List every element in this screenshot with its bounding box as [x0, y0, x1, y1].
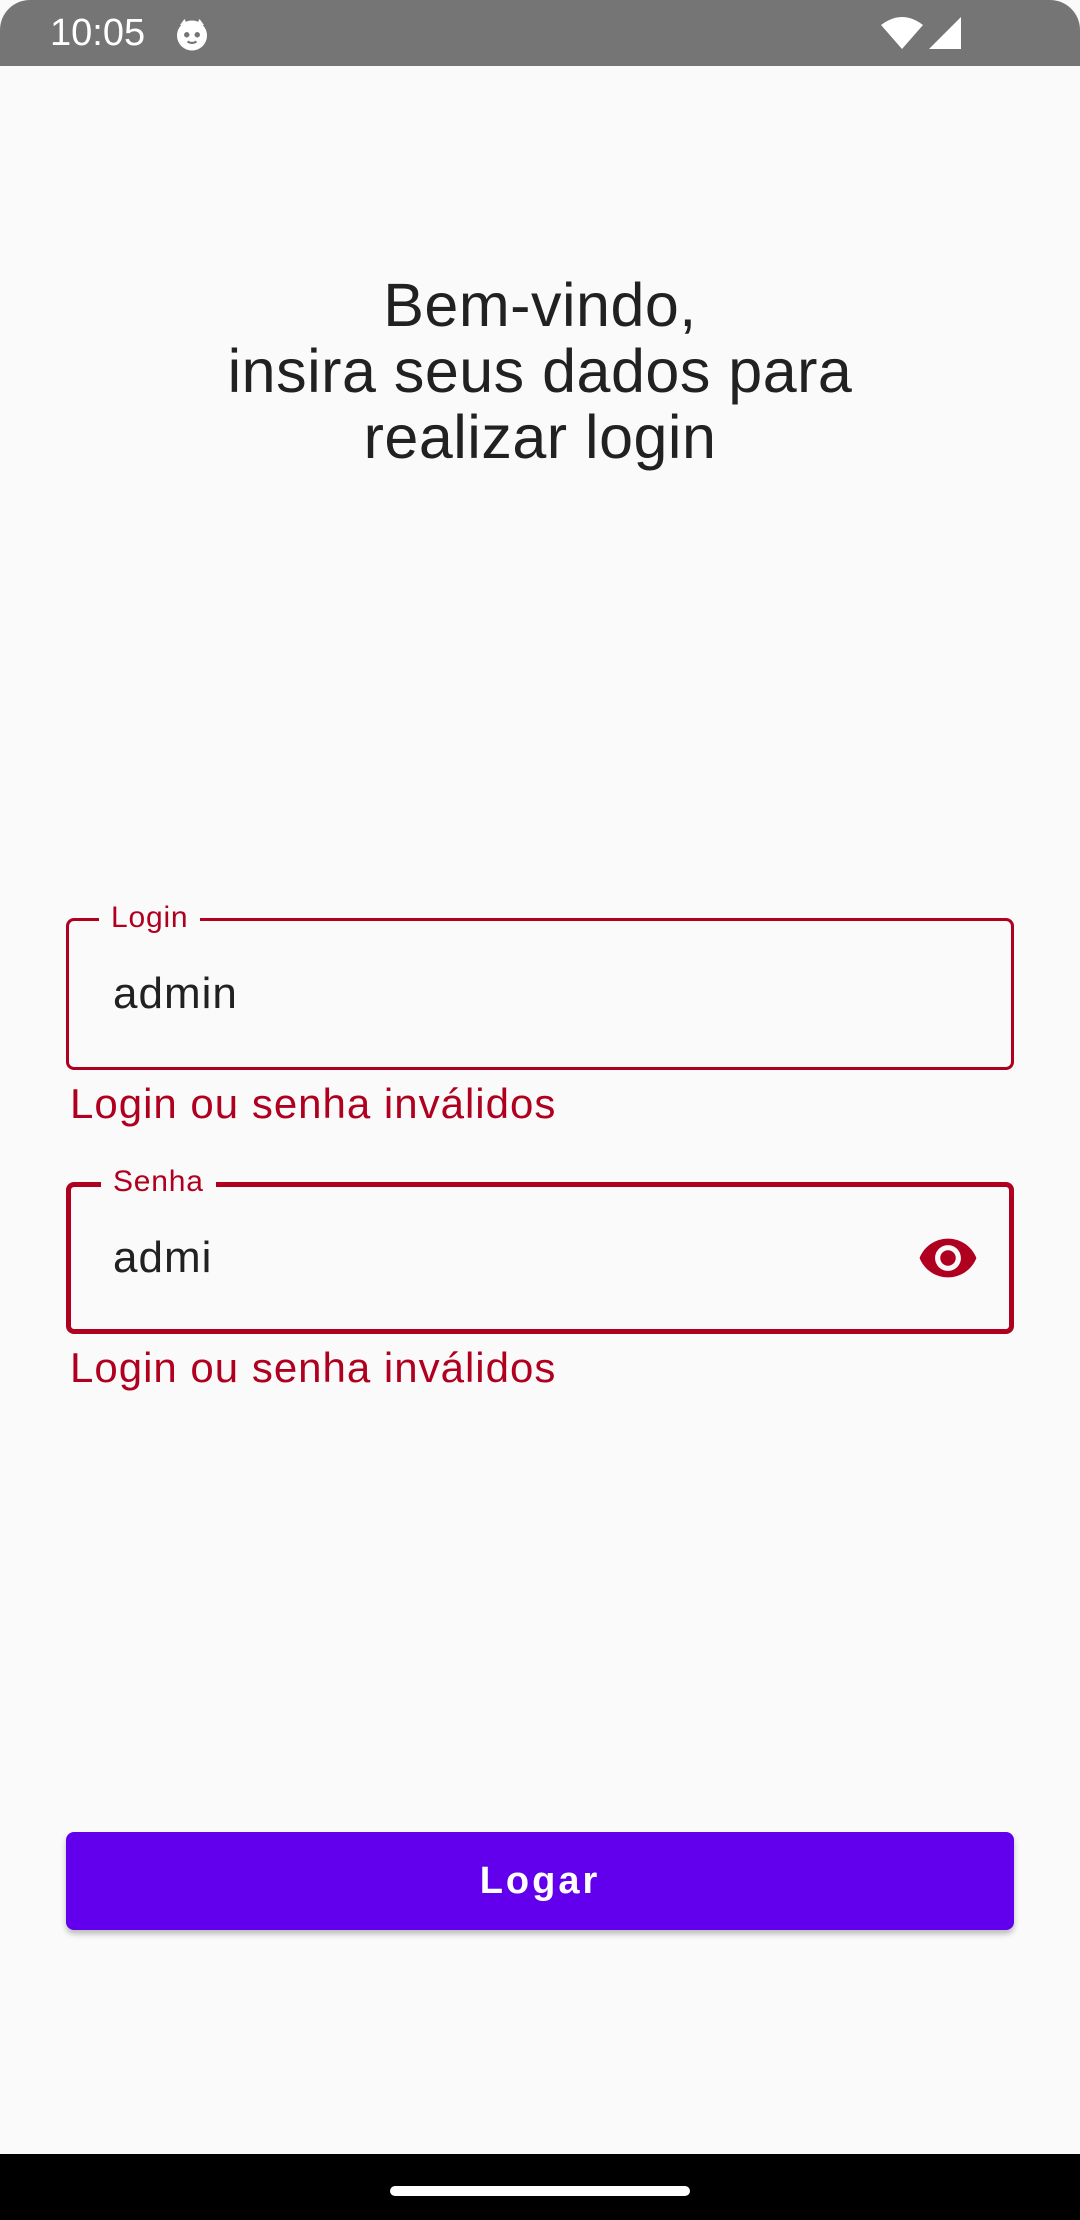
wifi-icon	[881, 17, 923, 49]
signal-icon	[929, 17, 961, 49]
password-field[interactable]: Senha admi	[66, 1165, 1014, 1334]
status-time: 10:05	[50, 12, 146, 54]
eye-icon[interactable]	[917, 1227, 979, 1289]
password-error-text: Login ou senha inválidos	[70, 1344, 557, 1391]
login-field[interactable]: Login admin	[66, 901, 1014, 1070]
login-button[interactable]: Logar	[66, 1832, 1014, 1930]
navigation-bar	[0, 2154, 1080, 2220]
welcome-heading: Bem-vindo, insira seus dados para realiz…	[90, 272, 990, 470]
welcome-line-1: Bem-vindo,	[383, 271, 697, 339]
login-field-value[interactable]: admin	[113, 921, 238, 1067]
home-gesture-handle[interactable]	[390, 2186, 690, 2196]
cat-notification-icon	[177, 19, 207, 51]
password-field-value[interactable]: admi	[113, 1187, 212, 1329]
login-error-text: Login ou senha inválidos	[70, 1080, 557, 1127]
status-bar: 10:05	[0, 0, 1080, 66]
welcome-line-3: realizar login	[363, 403, 717, 471]
welcome-line-2: insira seus dados para	[227, 337, 853, 405]
